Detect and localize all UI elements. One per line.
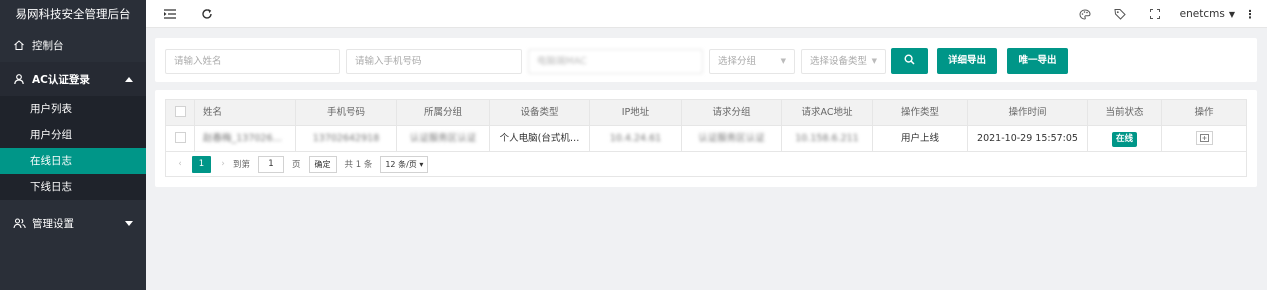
col-header-ip: IP地址 xyxy=(590,100,682,125)
sidebar-item-settings[interactable]: 管理设置 xyxy=(0,206,146,240)
cell-phone: 13702642918 xyxy=(296,126,397,151)
sidebar-item-label: AC认证登录 xyxy=(32,73,90,86)
phone-input[interactable]: 请输入手机号码 xyxy=(346,49,522,74)
fullscreen-icon[interactable] xyxy=(1142,0,1168,28)
cell-ip: 10.4.24.61 xyxy=(590,126,682,151)
pagination: ‹ 1 › 到第 1 页 确定 共 1 条 12 条/页 ▾ xyxy=(166,152,1246,176)
name-input[interactable]: 请输入姓名 xyxy=(165,49,340,74)
col-header-name: 姓名 xyxy=(195,100,296,125)
cell-group-text: 认证服务区认证 xyxy=(409,133,477,144)
col-header-op-type: 操作类型 xyxy=(873,100,968,125)
page-size-select[interactable]: 12 条/页 ▾ xyxy=(380,155,429,173)
device-type-select[interactable]: 选择设备类型 ▼ xyxy=(801,49,886,74)
cell-status: 在线 xyxy=(1088,126,1162,151)
user-icon xyxy=(12,72,26,86)
page-size-value: 12 条/页 xyxy=(385,159,417,169)
col-header-ac-addr: 请求AC地址 xyxy=(782,100,873,125)
user-menu[interactable]: enetcms ▼ xyxy=(1180,8,1235,20)
theme-icon[interactable] xyxy=(1072,0,1098,28)
filter-bar: 请输入姓名 请输入手机号码 电脑端MAC 选择分组 ▼ 选择设备类型 ▼ 详细导… xyxy=(155,38,1257,82)
device-select-placeholder: 选择设备类型 xyxy=(810,56,868,67)
status-badge: 在线 xyxy=(1111,132,1137,147)
col-header-req-group: 请求分组 xyxy=(682,100,782,125)
col-header-group: 所属分组 xyxy=(397,100,490,125)
total-count: 共 1 条 xyxy=(344,160,373,170)
cell-action xyxy=(1162,126,1246,151)
chevron-down-icon: ▼ xyxy=(780,57,786,65)
cell-ac-addr: 10.158.6.211 xyxy=(782,126,873,151)
cell-device: 个人电脑(台式机… xyxy=(490,126,590,151)
sidebar-item-offline-log[interactable]: 下线日志 xyxy=(0,174,146,200)
more-icon[interactable]: ⋮ xyxy=(1239,8,1261,21)
username: enetcms xyxy=(1179,8,1225,20)
cell-group: 认证服务区认证 xyxy=(397,126,490,151)
table-header-row: 姓名 手机号码 所属分组 设备类型 IP地址 请求分组 请求AC地址 操作类型 … xyxy=(166,100,1246,126)
caret-down-icon: ▼ xyxy=(1228,9,1235,19)
col-header-action: 操作 xyxy=(1194,107,1214,118)
action-view-icon[interactable] xyxy=(1195,130,1213,145)
select-all-checkbox[interactable] xyxy=(174,106,186,117)
submenu-ac-login: 用户列表 用户分组 在线日志 下线日志 xyxy=(0,96,146,200)
sidebar: 易网科技安全管理后台 控制台 AC认证登录 用户列表 用户分组 在线日志 下线日… xyxy=(0,0,146,290)
cell-ip-text: 10.4.24.61 xyxy=(609,133,662,144)
cell-op-time: 2021-10-29 15:57:05 xyxy=(968,126,1088,151)
menu-collapse-icon[interactable] xyxy=(163,7,177,21)
unique-export-button[interactable]: 唯一导出 xyxy=(1007,48,1068,74)
cell-op-type: 用户上线 xyxy=(873,126,968,151)
chevron-down-icon: ▼ xyxy=(871,57,877,65)
table-row: 赵春梅_137026… 13702642918 认证服务区认证 个人电脑(台式机… xyxy=(166,126,1246,152)
detail-export-button[interactable]: 详细导出 xyxy=(937,48,997,74)
caret-down-icon xyxy=(125,217,133,229)
row-checkbox[interactable] xyxy=(174,132,186,143)
prev-page-icon[interactable]: ‹ xyxy=(174,159,186,169)
sidebar-item-label: 管理设置 xyxy=(32,217,74,230)
caret-up-icon xyxy=(125,73,133,85)
caret-down-icon: ▾ xyxy=(419,159,424,169)
select-all-cell xyxy=(166,100,195,125)
sidebar-item-ac-login[interactable]: AC认证登录 xyxy=(0,62,146,96)
col-header-phone: 手机号码 xyxy=(296,100,397,125)
sidebar-item-online-log[interactable]: 在线日志 xyxy=(0,148,146,174)
search-icon xyxy=(904,54,915,66)
page-current[interactable]: 1 xyxy=(192,155,211,173)
sidebar-item-dashboard[interactable]: 控制台 xyxy=(0,28,146,62)
sidebar-item-user-list[interactable]: 用户列表 xyxy=(0,96,146,122)
col-header-op-time: 操作时间 xyxy=(968,100,1088,125)
home-icon xyxy=(12,38,26,52)
row-select-cell xyxy=(166,126,195,151)
page-jump-confirm-button[interactable]: 确定 xyxy=(308,155,337,173)
next-page-icon[interactable]: › xyxy=(217,159,229,169)
cell-req-group-text: 认证服务区认证 xyxy=(698,133,765,144)
group-select[interactable]: 选择分组 ▼ xyxy=(709,49,795,74)
data-table: 姓名 手机号码 所属分组 设备类型 IP地址 请求分组 请求AC地址 操作类型 … xyxy=(165,99,1247,177)
cell-ac-addr-text: 10.158.6.211 xyxy=(795,133,859,144)
goto-label: 到第 xyxy=(233,160,251,170)
col-header-status: 当前状态 xyxy=(1088,100,1162,125)
table-card: 姓名 手机号码 所属分组 设备类型 IP地址 请求分组 请求AC地址 操作类型 … xyxy=(155,90,1257,187)
cell-name: 赵春梅_137026… xyxy=(195,126,296,151)
search-button[interactable] xyxy=(891,48,928,74)
refresh-icon[interactable] xyxy=(200,7,214,21)
top-header: enetcms ▼ ⋮ xyxy=(146,0,1267,28)
users-icon xyxy=(12,216,26,230)
page-jump-input[interactable]: 1 xyxy=(258,155,285,173)
brand-title: 易网科技安全管理后台 xyxy=(0,0,146,28)
tag-icon[interactable] xyxy=(1107,0,1133,28)
sidebar-item-user-group[interactable]: 用户分组 xyxy=(0,122,146,148)
group-select-placeholder: 选择分组 xyxy=(718,56,757,67)
col-header-device: 设备类型 xyxy=(490,100,590,125)
cell-phone-text: 13702642918 xyxy=(312,133,380,144)
cell-name-text: 赵春梅_137026… xyxy=(203,133,283,144)
mac-input[interactable]: 电脑端MAC xyxy=(528,49,703,74)
header-right-tools: enetcms ▼ ⋮ xyxy=(1063,0,1267,28)
page-unit-label: 页 xyxy=(292,160,301,170)
sidebar-item-label: 控制台 xyxy=(32,39,64,52)
cell-req-group: 认证服务区认证 xyxy=(682,126,782,151)
